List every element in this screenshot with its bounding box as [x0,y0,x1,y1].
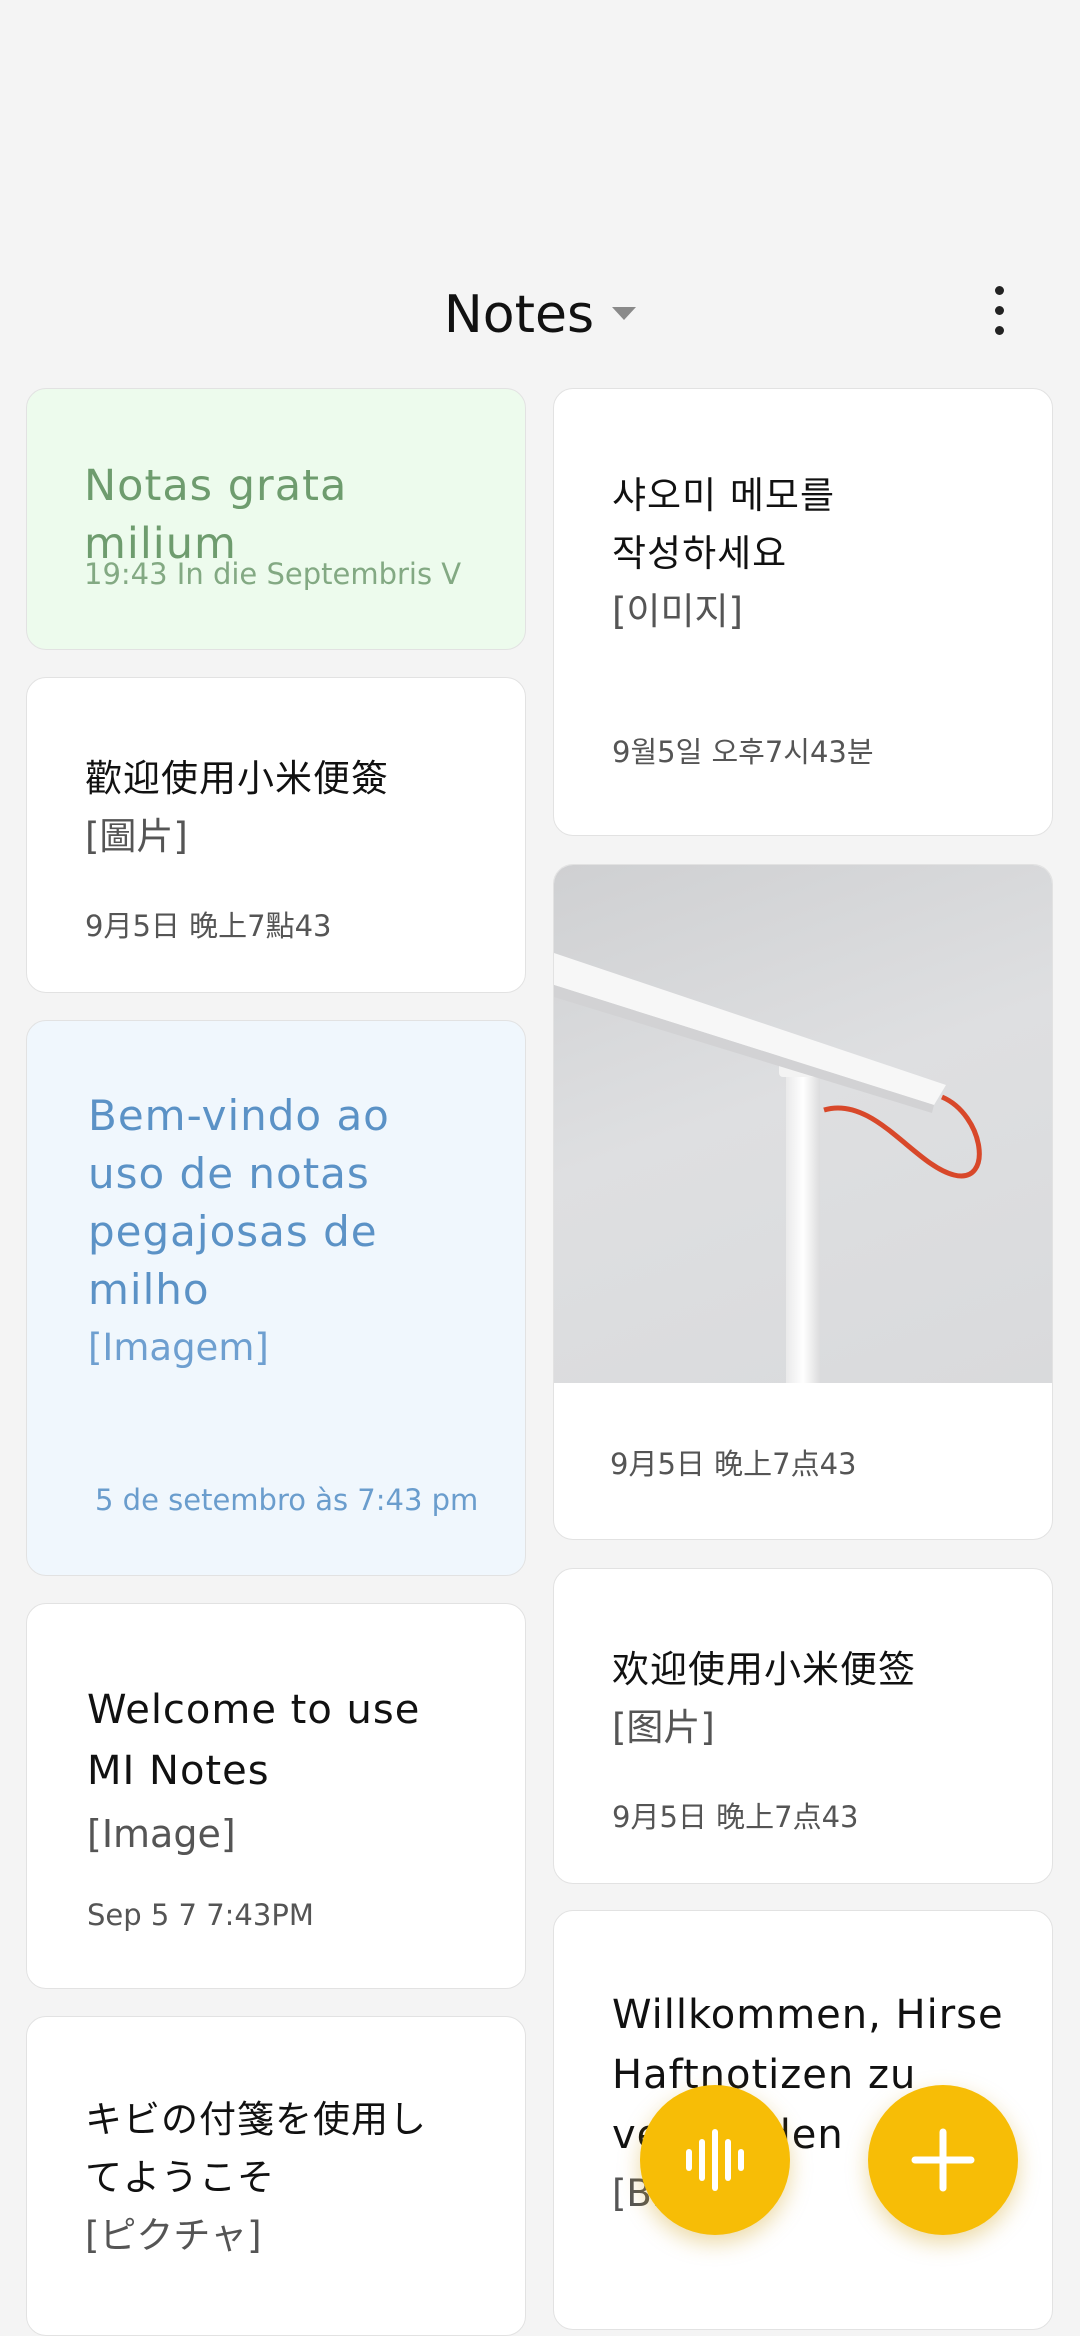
note-date: 19:43 In die Septembris V [84,557,462,591]
note-image-label: [ピクチャ] [85,2214,262,2257]
note-image-label: [圖片] [85,815,188,858]
note-title-line: milho [88,1265,210,1314]
note-card[interactable]: 欢迎使用小米便签 [图片] 9月5日 晚上7点43 [553,1568,1053,1884]
page-title: Notes [443,285,595,345]
note-title-line: pegajosas de [88,1207,378,1256]
waveform-icon [686,2129,744,2191]
note-title-line: 샤오미 메모를 [612,474,836,517]
note-date: 9月5日 晚上7点43 [612,1800,859,1834]
note-date: 9月5日 晚上7點43 [85,909,332,943]
note-image-label: [Image] [87,1812,236,1856]
note-card[interactable]: Welcome to use MI Notes [Image] Sep 5 7 … [26,1603,526,1989]
note-title: 欢迎使用小米便签 [612,1648,916,1691]
more-options-icon[interactable] [975,280,1025,340]
top-bar: Notes [0,250,1080,370]
note-title-line: Willkommen, Hirse [612,1992,1004,2038]
note-date: Sep 5 7 7:43PM [87,1898,314,1932]
note-image-label: [Imagem] [88,1326,269,1369]
note-date: 5 de setembro às 7:43 pm [95,1483,479,1517]
note-image-label: [이미지] [612,590,743,633]
note-title-line: Welcome to use [87,1687,421,1733]
note-title: 歡迎使用小米便簽 [85,757,389,800]
note-date: 9월5일 오후7시43분 [612,735,874,769]
note-card[interactable]: 歡迎使用小米便簽 [圖片] 9月5日 晚上7點43 [26,677,526,993]
add-note-button[interactable] [868,2085,1018,2235]
plus-icon [911,2128,975,2192]
note-title-line: MI Notes [87,1748,270,1794]
note-title-line: てようこそ [85,2156,275,2199]
desk-lamp-photo [554,865,1052,1383]
note-title-line: 작성하세요 [612,532,788,575]
note-date: 9月5日 晚上7点43 [610,1447,857,1481]
note-image-label: [图片] [612,1706,715,1749]
note-card[interactable]: Notas grata milium 19:43 In die Septembr… [26,388,526,650]
note-card[interactable]: 샤오미 메모를 작성하세요 [이미지] 9월5일 오후7시43분 [553,388,1053,836]
caret-down-icon [612,306,637,320]
note-title-line: Bem-vindo ao [88,1091,390,1140]
note-card-photo[interactable]: 9月5日 晚上7点43 [553,864,1053,1540]
note-title-line: uso de notas [88,1149,370,1198]
title-dropdown[interactable]: Notes [0,280,1080,350]
note-title-line: キビの付箋を使用し [85,2098,427,2141]
note-card[interactable]: キビの付箋を使用し てようこそ [ピクチャ] [26,2016,526,2336]
voice-note-button[interactable] [640,2085,790,2235]
note-title: Notas grata milium [84,461,348,569]
note-card[interactable]: Bem-vindo ao uso de notas pegajosas de m… [26,1020,526,1576]
